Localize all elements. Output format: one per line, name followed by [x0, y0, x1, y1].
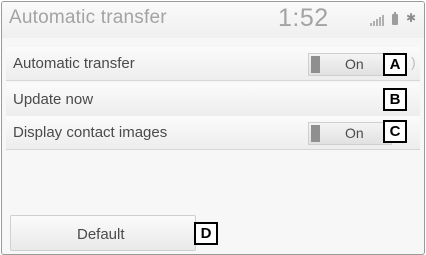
- setting-row-display-contact-images[interactable]: Display contact images On: [6, 116, 420, 150]
- screen-title: Automatic transfer: [9, 7, 167, 28]
- setting-row-update-now[interactable]: Update now: [6, 83, 420, 117]
- callout-a: A: [383, 53, 407, 76]
- default-button[interactable]: Default: [10, 215, 196, 251]
- header-bar: Automatic transfer 1:52 ✱: [2, 2, 424, 38]
- automatic-transfer-toggle[interactable]: On: [308, 53, 392, 76]
- toggle-state: On: [345, 56, 364, 72]
- callout-d: D: [194, 222, 218, 245]
- setting-label: Update now: [13, 91, 94, 108]
- screen-frame: Automatic transfer 1:52 ✱ Automatic tran…: [1, 1, 425, 255]
- callout-c: C: [383, 120, 407, 143]
- battery-icon: [392, 12, 398, 25]
- default-button-label: Default: [77, 226, 125, 243]
- callout-b: B: [383, 88, 407, 111]
- partial-icon: ): [411, 54, 416, 70]
- bluetooth-icon: ✱: [406, 11, 417, 25]
- setting-label: Automatic transfer: [13, 55, 135, 72]
- clock: 1:52: [278, 4, 329, 32]
- setting-row-automatic-transfer[interactable]: Automatic transfer On ): [6, 47, 420, 81]
- setting-label: Display contact images: [13, 124, 168, 141]
- toggle-state: On: [345, 125, 364, 141]
- display-contact-images-toggle[interactable]: On: [308, 122, 392, 145]
- toggle-indicator: [311, 125, 320, 142]
- toggle-indicator: [311, 56, 320, 73]
